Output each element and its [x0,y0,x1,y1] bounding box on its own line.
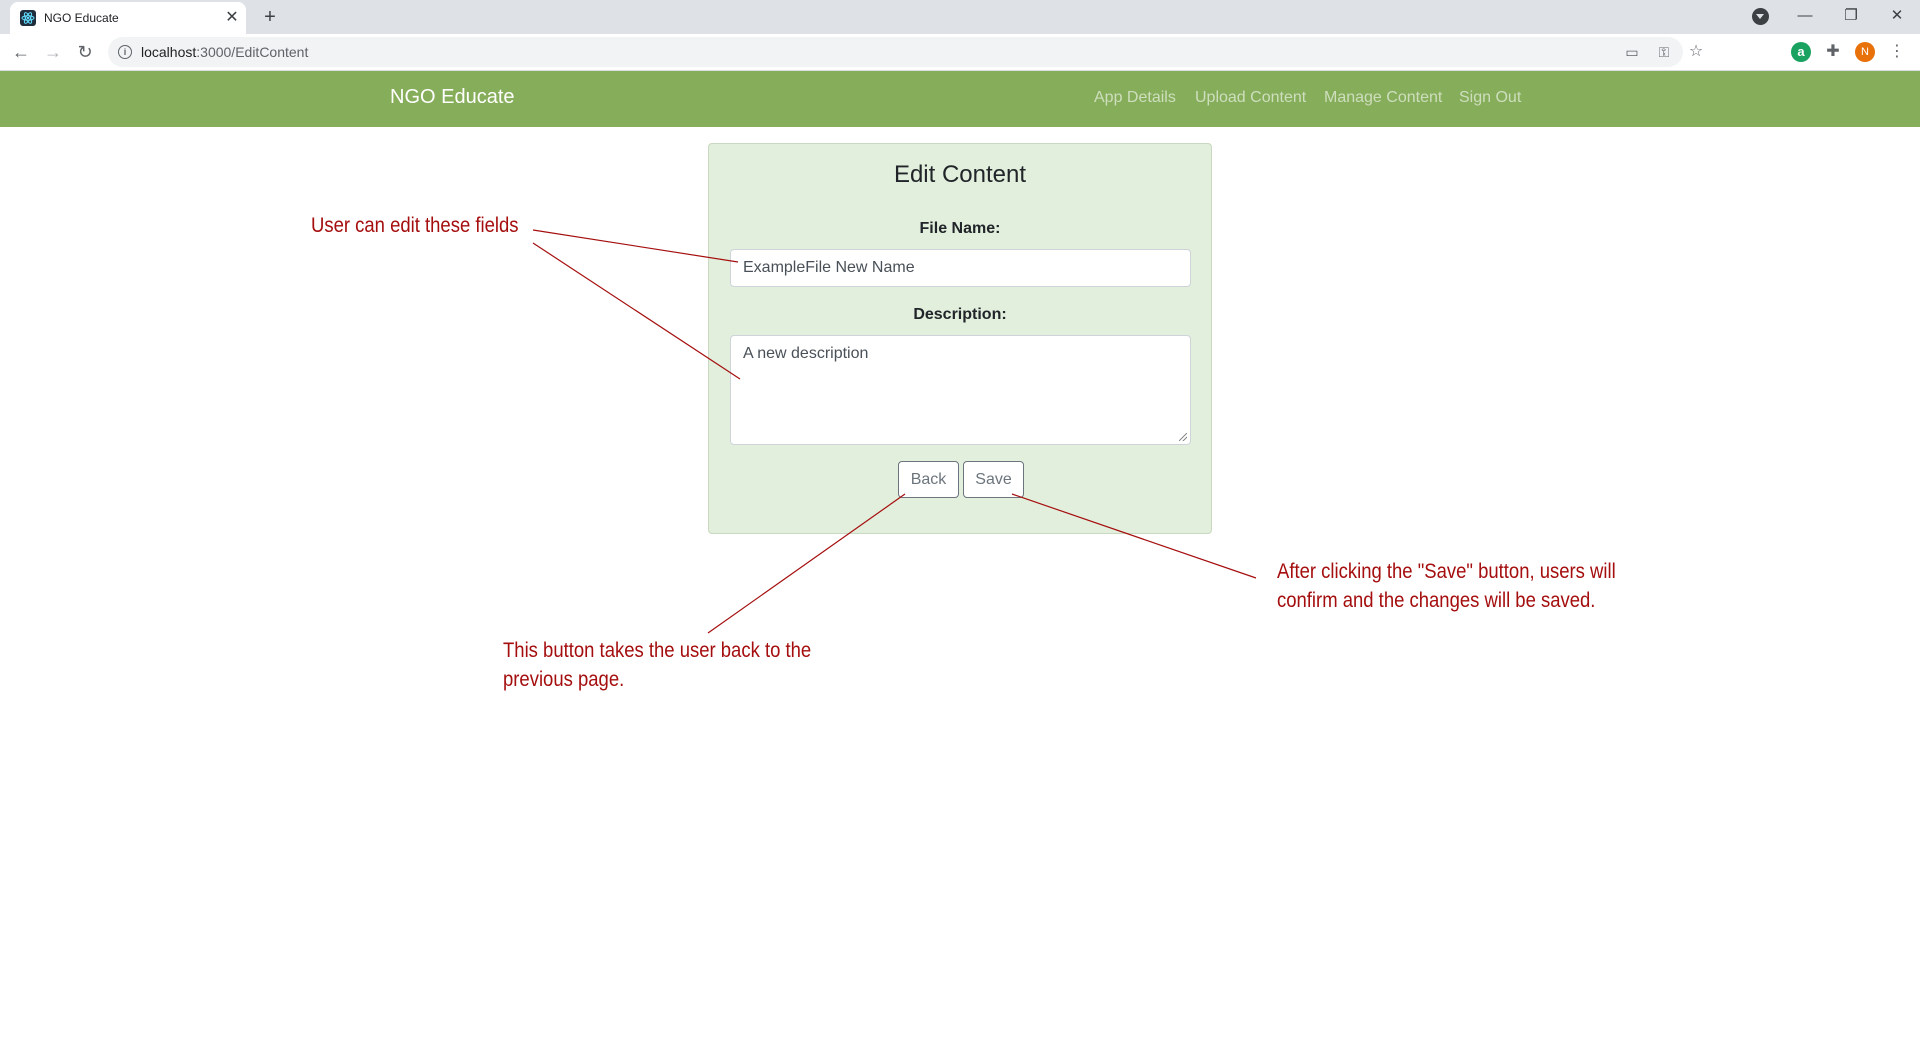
back-annotation: This button takes the user back to the p… [503,636,811,694]
save-annotation: After clicking the "Save" button, users … [1277,557,1616,615]
back-annotation-line-2: previous page. [503,668,625,691]
save-annotation-line-1: After clicking the "Save" button, users … [1277,560,1616,583]
save-annotation-line-2: confirm and the changes will be saved. [1277,589,1596,612]
annotation-line-back [707,493,906,634]
fields-annotation: User can edit these fields [311,214,519,237]
back-annotation-line-1: This button takes the user back to the [503,639,812,662]
annotation-line-save [1011,493,1257,579]
annotation-lines [532,229,1257,634]
annotation-line-file-name [532,229,739,263]
annotation-line-description [532,242,741,380]
